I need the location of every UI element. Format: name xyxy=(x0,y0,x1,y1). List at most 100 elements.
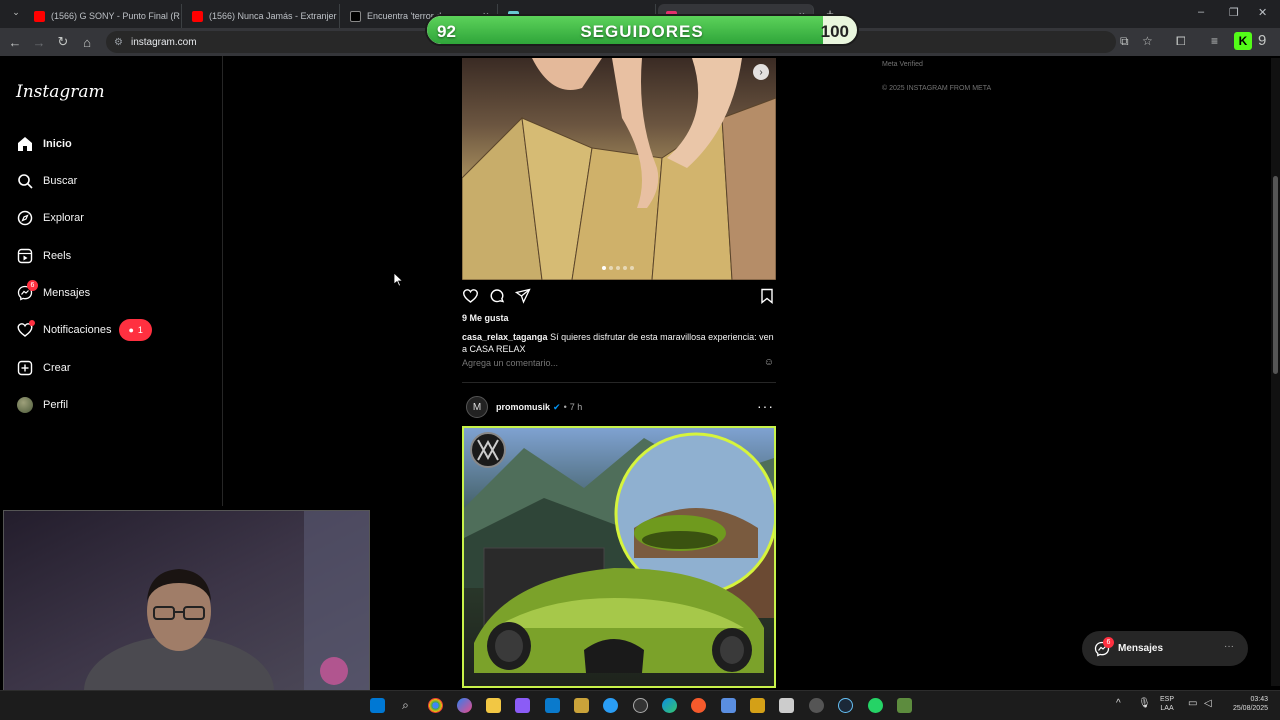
app-icon[interactable] xyxy=(750,698,765,713)
app-icon[interactable] xyxy=(574,698,589,713)
post-image[interactable]: › xyxy=(461,58,777,281)
page-scrollbar[interactable] xyxy=(1271,58,1280,686)
search-icon xyxy=(16,172,34,190)
compass-icon xyxy=(16,209,34,227)
share-icon[interactable] xyxy=(514,288,531,307)
footer-meta-verified-link[interactable]: Meta Verified xyxy=(882,61,923,68)
tab-search-icon[interactable]: ⌄ xyxy=(4,7,28,18)
app-icon[interactable] xyxy=(779,698,794,713)
language-layout: LAA xyxy=(1160,705,1174,712)
app-icon[interactable] xyxy=(603,698,618,713)
post-time: 7 h xyxy=(569,402,583,412)
likes-count[interactable]: 9 Me gusta xyxy=(462,313,509,323)
post-header: M promomusik ✔ • 7 h ··· xyxy=(462,396,776,418)
extensions-icon[interactable]: ⧠ xyxy=(1176,34,1186,49)
sidebar-item-label: Explorar xyxy=(43,212,84,224)
post-author-username[interactable]: promomusik xyxy=(496,402,550,412)
minecraft-icon[interactable] xyxy=(897,698,912,713)
home-icon xyxy=(16,135,34,153)
bookmark-star-icon[interactable]: ☆ xyxy=(1142,34,1153,48)
reload-icon[interactable]: ↻ xyxy=(51,34,75,50)
volume-icon[interactable]: ◁ xyxy=(1204,698,1212,709)
post-divider xyxy=(462,382,776,383)
car-promo-photo xyxy=(464,432,774,673)
more-options-icon[interactable]: ··· xyxy=(1224,641,1234,652)
app-icon[interactable] xyxy=(721,698,736,713)
emoji-icon[interactable]: ☺ xyxy=(764,357,774,368)
new-follower-count: 1 xyxy=(137,325,143,335)
caption-username[interactable]: casa_relax_taganga xyxy=(462,332,548,342)
tiktok-icon xyxy=(350,10,361,22)
webcam-overlay xyxy=(3,510,370,692)
file-explorer-icon[interactable] xyxy=(486,698,501,713)
comment-icon[interactable] xyxy=(489,288,505,307)
profile-menu-icon[interactable]: 9 xyxy=(1258,32,1266,49)
sidebar-item-buscar[interactable]: Buscar xyxy=(16,169,77,193)
browser-tab-2[interactable]: (1566) Nunca Jamás - Extranjer × xyxy=(184,4,340,28)
close-tab-icon[interactable]: × xyxy=(337,10,339,22)
sidebar-item-label: Notificaciones xyxy=(43,324,112,336)
search-icon[interactable]: ⌕ xyxy=(398,698,413,713)
url-text: instagram.com xyxy=(130,36,197,48)
minimize-icon[interactable]: – xyxy=(1198,6,1204,18)
copilot-icon[interactable] xyxy=(457,698,472,713)
followers-current: 92 xyxy=(437,22,456,41)
carousel-dot xyxy=(616,266,620,270)
carousel-next-icon[interactable]: › xyxy=(753,64,769,80)
vscode-icon[interactable] xyxy=(545,698,560,713)
close-window-icon[interactable]: ✕ xyxy=(1258,6,1267,19)
app-icon[interactable] xyxy=(809,698,824,713)
carousel-dot xyxy=(609,266,613,270)
carousel-dot xyxy=(602,266,606,270)
obs-icon[interactable] xyxy=(633,698,648,713)
sidebar-item-notificaciones[interactable]: Notificaciones ● 1 xyxy=(16,318,152,342)
instagram-logo[interactable]: Instagram xyxy=(16,82,105,102)
comment-input[interactable] xyxy=(462,358,774,368)
close-tab-icon[interactable]: × xyxy=(180,10,181,22)
cast-icon[interactable]: ⧉ xyxy=(1120,34,1129,49)
new-follower-pill[interactable]: ● 1 xyxy=(119,319,152,341)
save-bookmark-icon[interactable] xyxy=(760,288,774,307)
floating-messages-button[interactable]: 6 Mensajes ··· xyxy=(1082,631,1248,666)
post-photo xyxy=(461,58,777,281)
post-author-avatar[interactable]: M xyxy=(466,396,488,418)
forward-icon[interactable]: → xyxy=(27,35,51,50)
site-info-icon[interactable]: ⚙ xyxy=(114,37,123,48)
tab-title: (1566) G SONY - Punto Final (R xyxy=(51,11,180,21)
home-icon[interactable]: ⌂ xyxy=(75,35,99,50)
restore-icon[interactable]: ❐ xyxy=(1229,6,1239,19)
network-icon[interactable]: ▭ xyxy=(1188,698,1197,709)
messenger-icon: 6 xyxy=(16,280,38,302)
sidebar-item-reels[interactable]: Reels xyxy=(16,244,71,268)
messenger-icon: 6 xyxy=(1094,636,1114,657)
keyboard-language[interactable]: ESP LAA xyxy=(1160,695,1174,713)
tab-title: (1566) Nunca Jamás - Extranjer xyxy=(209,11,337,21)
sidebar-item-mensajes[interactable]: 6 Mensajes xyxy=(16,280,90,305)
back-icon[interactable]: ← xyxy=(3,35,27,50)
sidebar-item-explorar[interactable]: Explorar xyxy=(16,206,84,230)
taskbar-clock[interactable]: 03:43 25/08/2025 xyxy=(1222,695,1268,713)
messages-badge: 6 xyxy=(1103,636,1114,648)
mouse-cursor-icon xyxy=(394,273,404,287)
windows-start-icon[interactable] xyxy=(370,698,385,713)
instagram-sidebar: Instagram Inicio Buscar Explorar Reels 6… xyxy=(0,56,223,506)
post-image[interactable] xyxy=(462,426,776,688)
visual-studio-icon[interactable] xyxy=(515,698,530,713)
chrome-icon[interactable] xyxy=(428,698,443,713)
sidebar-item-crear[interactable]: Crear xyxy=(16,356,71,380)
kick-extension-icon[interactable]: K xyxy=(1234,32,1252,50)
more-options-icon[interactable]: ··· xyxy=(757,398,774,414)
heart-icon xyxy=(16,320,35,339)
edge-icon[interactable] xyxy=(662,698,677,713)
media-controls-icon[interactable]: ≡ xyxy=(1211,34,1218,48)
app-icon[interactable] xyxy=(691,698,706,713)
sidebar-item-inicio[interactable]: Inicio xyxy=(16,132,72,156)
whatsapp-icon[interactable] xyxy=(868,698,883,713)
scrollbar-thumb[interactable] xyxy=(1273,176,1278,374)
steam-icon[interactable] xyxy=(838,698,853,713)
browser-tab-1[interactable]: (1566) G SONY - Punto Final (R × xyxy=(26,4,182,28)
like-heart-icon[interactable] xyxy=(462,288,479,307)
microphone-icon[interactable]: 🎙 xyxy=(1138,698,1151,709)
sidebar-item-perfil[interactable]: Perfil xyxy=(16,393,68,417)
tray-chevron-icon[interactable]: ^ xyxy=(1116,698,1121,709)
